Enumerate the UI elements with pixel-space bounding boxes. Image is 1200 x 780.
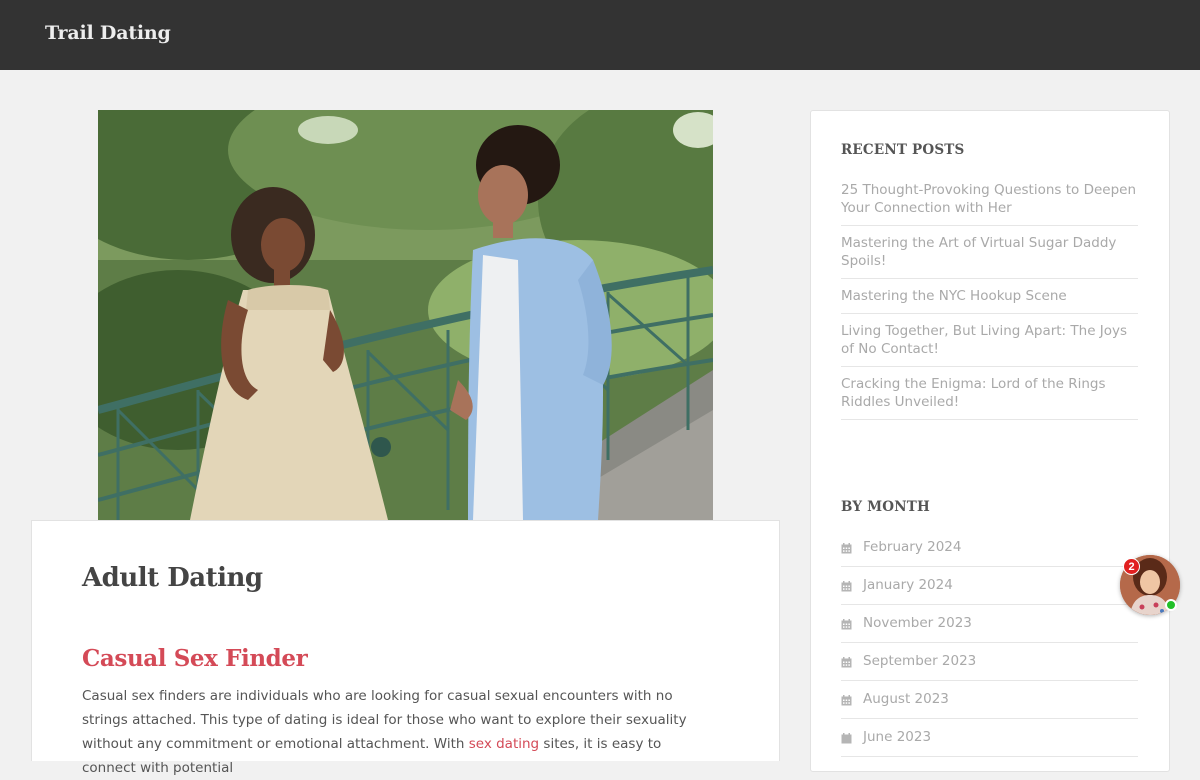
article-title: Adult Dating [82,563,263,593]
list-item: February 2024 [841,529,1138,567]
month-link[interactable]: November 2023 [863,614,972,632]
couple-photo-icon [98,110,713,520]
recent-post-link[interactable]: 25 Thought-Provoking Questions to Deepen… [841,182,1136,216]
recent-post-link[interactable]: Mastering the Art of Virtual Sugar Daddy… [841,235,1116,269]
article-paragraph: Casual sex finders are individuals who a… [82,684,712,780]
month-link[interactable]: August 2023 [863,690,949,708]
list-item: Cracking the Enigma: Lord of the Rings R… [841,367,1138,420]
section-heading: Casual Sex Finder [82,645,308,672]
list-item: September 2023 [841,643,1138,681]
month-link[interactable]: January 2024 [863,576,953,594]
sex-dating-link[interactable]: sex dating [469,736,539,752]
site-title-link[interactable]: Trail Dating [45,22,171,44]
hero-image [98,110,713,520]
calendar-icon [841,617,852,630]
recent-post-link[interactable]: Living Together, But Living Apart: The J… [841,323,1127,357]
month-link[interactable]: September 2023 [863,652,976,670]
recent-post-link[interactable]: Mastering the NYC Hookup Scene [841,288,1067,304]
list-item: August 2023 [841,681,1138,719]
list-item: November 2023 [841,605,1138,643]
list-item: Mastering the Art of Virtual Sugar Daddy… [841,226,1138,279]
list-item: June 2023 [841,719,1138,757]
month-archive-list: February 2024 January 2024 November 2023… [841,529,1138,757]
month-link[interactable]: February 2024 [863,538,961,556]
calendar-icon [841,541,852,554]
article-card: Adult Dating Casual Sex Finder Casual se… [31,520,780,776]
calendar-icon [841,579,852,592]
recent-posts-list: 25 Thought-Provoking Questions to Deepen… [841,181,1138,420]
calendar-icon [841,655,852,668]
list-item: 25 Thought-Provoking Questions to Deepen… [841,181,1138,226]
top-navbar: Trail Dating [0,0,1200,70]
calendar-icon [841,731,852,744]
recent-posts-title: RECENT POSTS [841,142,965,158]
calendar-icon [841,693,852,706]
month-link[interactable]: June 2023 [863,728,931,746]
sidebar: RECENT POSTS 25 Thought-Provoking Questi… [810,110,1170,772]
list-item: Living Together, But Living Apart: The J… [841,314,1138,367]
online-status-dot [1165,599,1177,611]
chat-avatar-button[interactable]: 2 [1120,555,1180,615]
notification-badge: 2 [1123,558,1140,575]
list-item: Mastering the NYC Hookup Scene [841,279,1138,314]
list-item: January 2024 [841,567,1138,605]
recent-post-link[interactable]: Cracking the Enigma: Lord of the Rings R… [841,376,1106,410]
by-month-title: BY MONTH [841,499,930,515]
